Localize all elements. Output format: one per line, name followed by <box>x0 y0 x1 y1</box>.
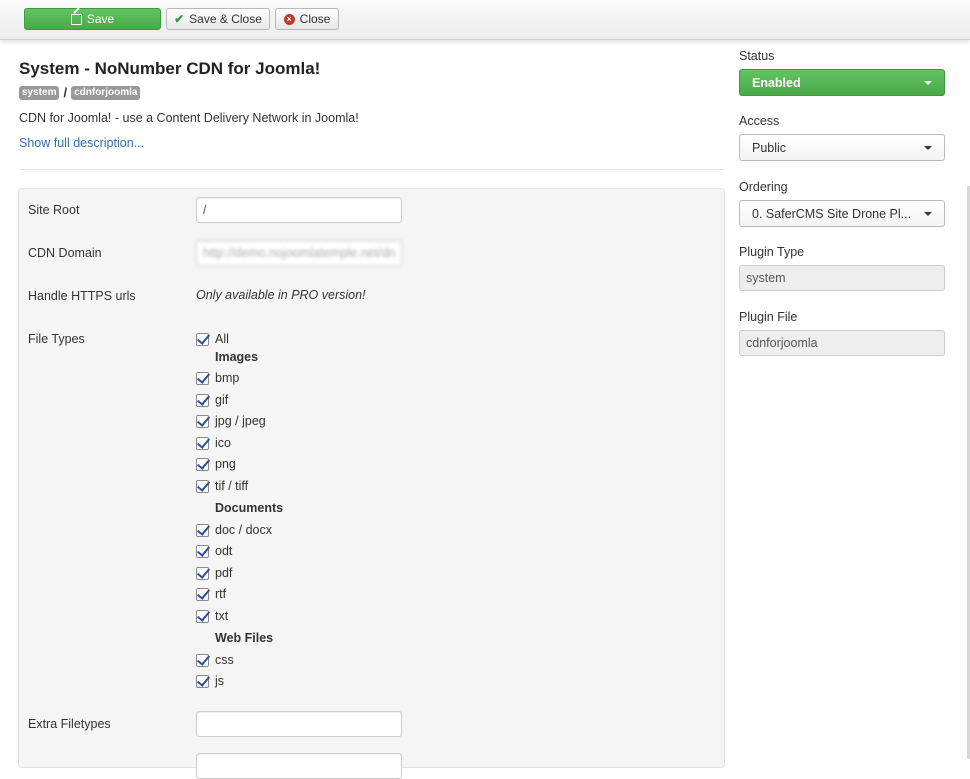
checkbox-label: bmp <box>215 371 240 385</box>
checkbox-tif[interactable]: tif / tiff <box>196 479 248 493</box>
checkbox-label: png <box>215 457 236 471</box>
checkbox-label: pdf <box>215 566 233 580</box>
chevron-down-icon <box>924 145 932 150</box>
plugin-type-label: Plugin Type <box>739 245 805 259</box>
checkbox-gif[interactable]: gif <box>196 393 228 407</box>
ordering-label: Ordering <box>739 180 788 194</box>
checkbox-icon[interactable] <box>196 332 209 346</box>
checkbox-icon[interactable] <box>196 479 209 493</box>
tag-folder: system <box>19 85 60 100</box>
checkbox-icon[interactable] <box>196 674 209 688</box>
save-button[interactable]: Save <box>24 8 161 30</box>
checkbox-icon[interactable] <box>196 609 209 623</box>
checkbox-label: jpg / jpeg <box>215 414 266 428</box>
checkbox-odt[interactable]: odt <box>196 544 232 558</box>
checkbox-label: doc / docx <box>215 523 272 537</box>
plugin-description: CDN for Joomla! - use a Content Delivery… <box>19 111 359 125</box>
checkbox-icon[interactable] <box>196 587 209 601</box>
checkbox-icon[interactable] <box>196 393 209 407</box>
extra-filetypes-input[interactable] <box>196 711 402 737</box>
plugin-type-field: system <box>739 265 945 291</box>
file-types-label: File Types <box>28 332 85 346</box>
checkbox-icon[interactable] <box>196 457 209 471</box>
extra-filetypes-label: Extra Filetypes <box>28 717 111 731</box>
ordering-select[interactable]: 0. SaferCMS Site Drone Pl... <box>739 200 945 227</box>
plugin-tags: system / cdnforjoomla <box>19 85 141 100</box>
edit-icon <box>70 13 82 25</box>
checkbox-bmp[interactable]: bmp <box>196 371 239 385</box>
https-label: Handle HTTPS urls <box>28 289 136 303</box>
status-select[interactable]: Enabled <box>739 69 945 96</box>
checkbox-doc[interactable]: doc / docx <box>196 523 272 537</box>
close-label: Close <box>299 12 331 26</box>
checkbox-icon[interactable] <box>196 436 209 450</box>
chevron-down-icon <box>924 80 932 85</box>
plugin-file-label: Plugin File <box>739 310 798 324</box>
checkbox-all[interactable]: All <box>196 332 229 346</box>
cdn-domain-label: CDN Domain <box>28 246 102 260</box>
toolbar: Save ✔ Save & Close × Close <box>0 0 970 40</box>
checkbox-label: css <box>215 653 234 667</box>
checkbox-jpg[interactable]: jpg / jpeg <box>196 414 266 428</box>
next-field-input[interactable] <box>196 753 402 779</box>
close-button[interactable]: × Close <box>275 8 339 30</box>
plugin-file-field: cdnforjoomla <box>739 330 945 356</box>
checkbox-icon[interactable] <box>196 371 209 385</box>
access-select[interactable]: Public <box>739 134 945 161</box>
checkbox-icon[interactable] <box>196 414 209 428</box>
checkbox-png[interactable]: png <box>196 457 236 471</box>
checkbox-icon[interactable] <box>196 544 209 558</box>
pro-only-note: Only available in PRO version! <box>196 288 366 302</box>
site-root-label: Site Root <box>28 203 80 217</box>
group-documents-title: Documents <box>215 501 284 515</box>
settings-panel <box>18 188 725 768</box>
access-label: Access <box>739 114 780 128</box>
checkbox-icon[interactable] <box>196 566 209 580</box>
page-title: System - NoNumber CDN for Joomla! <box>19 59 321 78</box>
group-images-title: Images <box>215 350 259 364</box>
show-full-description-link[interactable]: Show full description... <box>19 136 144 150</box>
checkbox-label: js <box>215 674 225 688</box>
cdn-domain-input[interactable] <box>196 240 402 266</box>
checkbox-rtf[interactable]: rtf <box>196 587 226 601</box>
checkbox-label: gif <box>215 393 229 407</box>
check-icon: ✔ <box>174 12 185 26</box>
save-close-button[interactable]: ✔ Save & Close <box>166 8 270 30</box>
tag-separator: / <box>63 85 68 100</box>
save-label: Save <box>86 12 115 26</box>
checkbox-icon[interactable] <box>196 523 209 537</box>
divider <box>19 169 725 170</box>
checkbox-label: ico <box>215 436 231 450</box>
checkbox-pdf[interactable]: pdf <box>196 566 232 580</box>
checkbox-css[interactable]: css <box>196 653 234 667</box>
close-icon: × <box>283 13 295 25</box>
checkbox-label: All <box>215 332 229 346</box>
site-root-input[interactable] <box>196 197 402 223</box>
access-value: Public <box>752 140 787 155</box>
group-web-title: Web Files <box>215 631 274 645</box>
chevron-down-icon <box>924 211 932 216</box>
checkbox-js[interactable]: js <box>196 674 224 688</box>
checkbox-txt[interactable]: txt <box>196 609 228 623</box>
ordering-value: 0. SaferCMS Site Drone Pl... <box>752 206 912 221</box>
checkbox-ico[interactable]: ico <box>196 436 231 450</box>
checkbox-label: txt <box>215 609 229 623</box>
checkbox-label: odt <box>215 544 233 558</box>
status-value: Enabled <box>752 75 801 90</box>
checkbox-label: tif / tiff <box>215 479 249 493</box>
checkbox-icon[interactable] <box>196 653 209 667</box>
tag-element: cdnforjoomla <box>71 85 141 100</box>
checkbox-label: rtf <box>215 587 227 601</box>
status-label: Status <box>739 49 775 63</box>
save-close-label: Save & Close <box>189 12 262 26</box>
